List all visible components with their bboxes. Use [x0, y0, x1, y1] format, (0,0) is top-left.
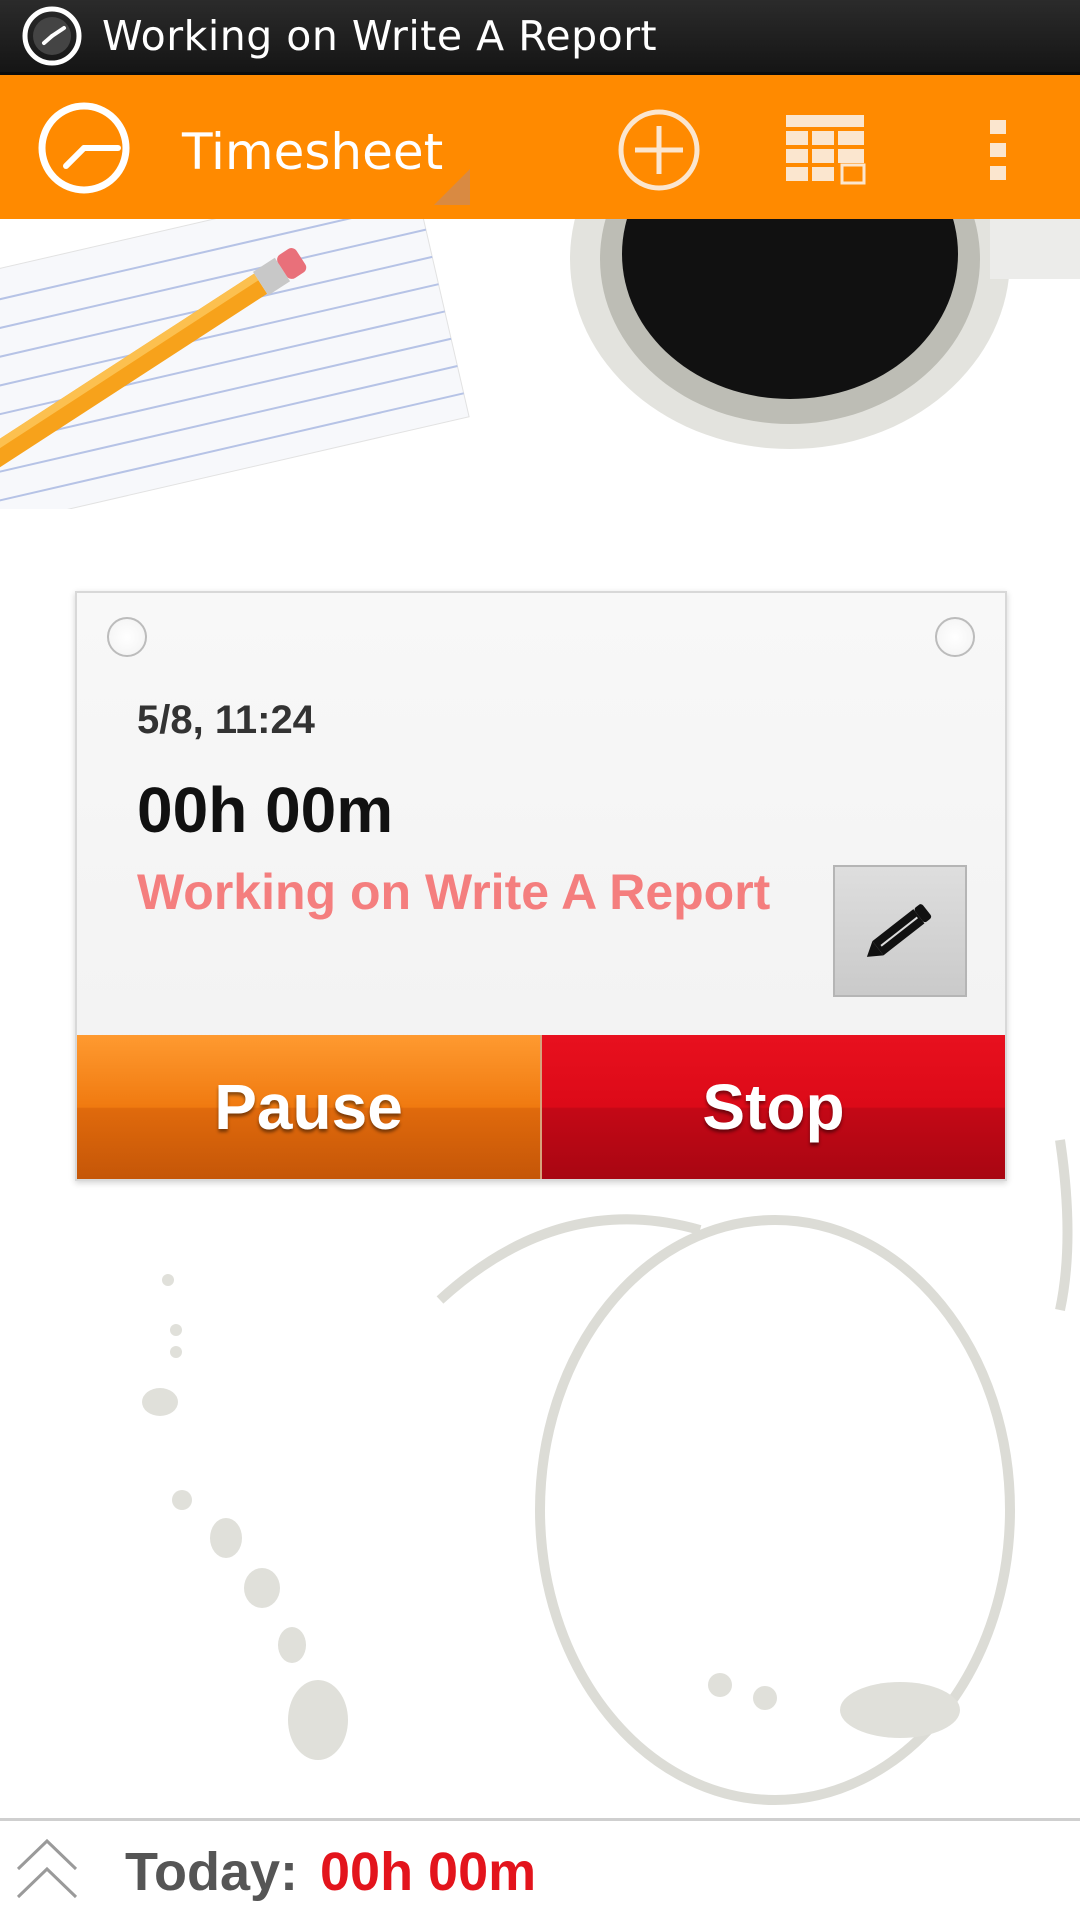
spinner-label: Timesheet	[182, 123, 444, 181]
overflow-menu-icon	[990, 120, 1006, 180]
pencil-icon	[866, 904, 932, 957]
timer-duration: 00h 00m	[137, 774, 394, 846]
pause-button[interactable]: Pause	[77, 1035, 542, 1179]
timer-action-row: Pause Stop	[77, 1035, 1005, 1179]
timer-card: 5/8, 11:24 00h 00m Working on Write A Re…	[75, 591, 1007, 1181]
action-bar: Timesheet	[0, 75, 1080, 219]
timer-start-date: 5/8, 11:24	[137, 698, 315, 742]
notification-title: Working on Write A Report	[102, 12, 658, 60]
clock-icon[interactable]	[36, 100, 132, 196]
calendar-icon	[786, 115, 866, 185]
chevron-up-icon[interactable]	[14, 1831, 80, 1911]
card-hole-right	[935, 617, 975, 657]
today-total-value: 00h 00m	[320, 1842, 537, 1902]
status-bar: Working on Write A Report	[0, 0, 1080, 75]
notepaper-pencil-decoration	[0, 219, 470, 509]
card-hole-left	[107, 617, 147, 657]
clock-notification-icon	[22, 6, 82, 66]
coffee-stain-decoration	[142, 1139, 1073, 1805]
today-label: Today:	[125, 1842, 298, 1902]
bottom-summary-bar[interactable]: Today: 00h 00m	[0, 1818, 1080, 1920]
calendar-button[interactable]	[782, 105, 872, 195]
add-button[interactable]	[614, 105, 704, 195]
coffee-cup-decoration	[570, 219, 1080, 449]
spinner-corner-indicator	[434, 169, 470, 205]
timer-task-label: Working on Write A Report	[137, 864, 771, 920]
overflow-menu-button[interactable]	[958, 105, 1038, 195]
add-circle-icon	[618, 109, 700, 191]
timesheet-spinner[interactable]: Timesheet	[180, 115, 470, 205]
stop-button[interactable]: Stop	[542, 1035, 1005, 1179]
edit-button[interactable]	[833, 865, 967, 997]
